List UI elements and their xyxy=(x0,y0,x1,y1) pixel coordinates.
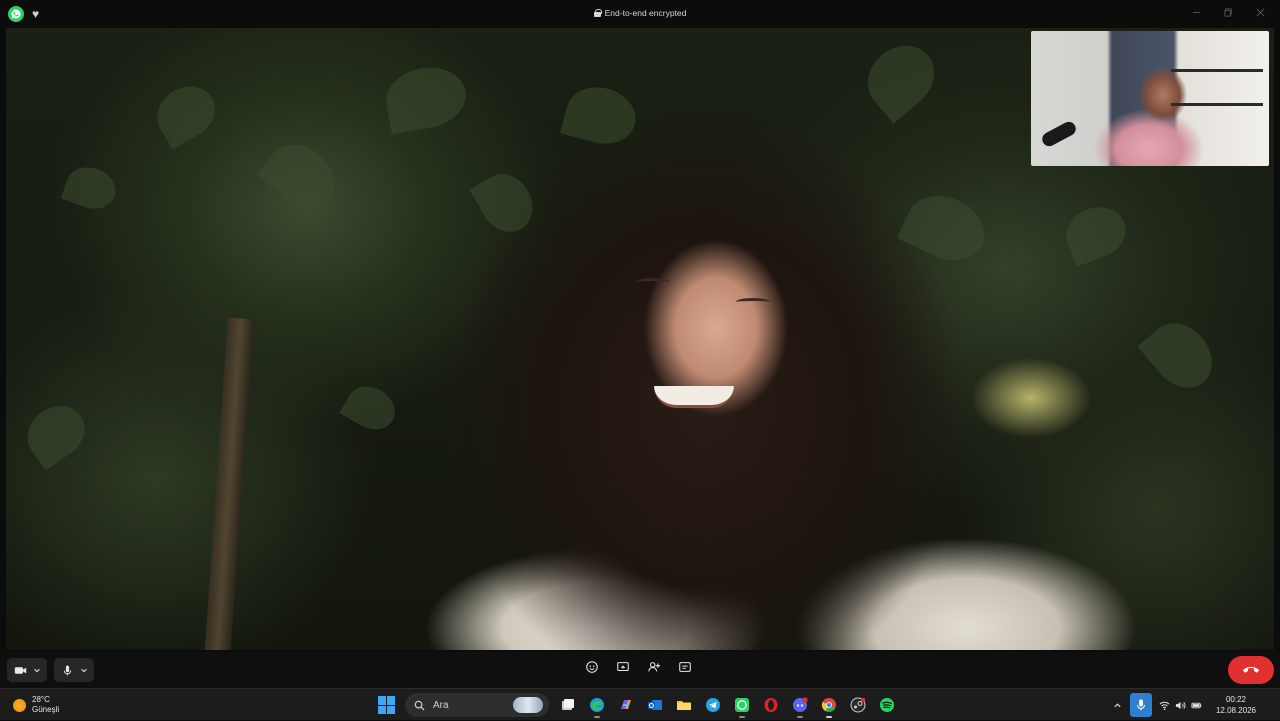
self-view-video[interactable] xyxy=(1031,31,1269,166)
screen-share-icon[interactable] xyxy=(616,660,630,674)
system-tray: 00:22 12.08.2026 xyxy=(1108,689,1280,721)
system-clock[interactable]: 00:22 12.08.2026 xyxy=(1208,694,1264,716)
end-call-button[interactable] xyxy=(1228,656,1274,684)
weather-temperature: 28°C xyxy=(32,695,50,704)
wifi-icon[interactable] xyxy=(1157,698,1171,712)
taskbar-search[interactable]: Ara xyxy=(405,693,549,717)
outlook-icon[interactable] xyxy=(645,695,665,715)
window-controls xyxy=(1180,4,1276,20)
restore-icon xyxy=(1223,7,1232,17)
chevron-up-icon[interactable] xyxy=(1108,701,1126,710)
steam-icon[interactable] xyxy=(848,695,868,715)
windows-taskbar: 28°C Güneşli Ara 00:22 12.08.2026 xyxy=(0,688,1280,720)
task-view-icon[interactable] xyxy=(558,695,578,715)
chevron-down-icon[interactable] xyxy=(80,666,88,674)
chrome-icon[interactable] xyxy=(819,695,839,718)
weather-widget[interactable]: 28°C Güneşli xyxy=(13,695,59,715)
center-call-controls xyxy=(585,660,692,674)
edge-icon[interactable] xyxy=(587,695,607,718)
discord-icon[interactable] xyxy=(790,695,810,718)
microphone-in-use-icon[interactable] xyxy=(1130,693,1152,717)
clock-time: 00:22 xyxy=(1225,695,1247,704)
search-icon xyxy=(414,700,425,711)
search-placeholder: Ara xyxy=(433,699,449,711)
whatsapp-icon[interactable] xyxy=(732,695,752,718)
more-options-icon[interactable] xyxy=(678,660,692,674)
video-camera-icon[interactable] xyxy=(13,663,27,677)
titlebar: ♥ End-to-end encrypted xyxy=(0,0,1280,28)
windows-start-button[interactable] xyxy=(378,696,396,714)
lock-icon xyxy=(593,9,602,17)
opera-icon[interactable] xyxy=(761,695,781,715)
eye xyxy=(636,278,670,286)
wooden-pole xyxy=(204,317,254,650)
eye xyxy=(736,298,770,306)
encryption-notice: End-to-end encrypted xyxy=(0,8,1280,18)
add-person-icon[interactable] xyxy=(647,660,661,674)
smile xyxy=(654,386,734,408)
minimize-icon xyxy=(1192,11,1200,13)
microphone-control[interactable] xyxy=(54,658,94,682)
folder-icon[interactable] xyxy=(674,695,694,715)
camera-control[interactable] xyxy=(7,658,47,682)
whatsapp-call-window: ♥ End-to-end encrypted xyxy=(0,0,1280,688)
encryption-label: End-to-end encrypted xyxy=(604,8,687,18)
close-button[interactable] xyxy=(1244,4,1276,20)
volume-icon[interactable] xyxy=(1173,698,1187,712)
microphone-stand xyxy=(1039,119,1079,149)
telegram-icon[interactable] xyxy=(703,695,723,715)
clock-date: 12.08.2026 xyxy=(1215,706,1257,715)
minimize-button[interactable] xyxy=(1180,4,1212,20)
call-controls-bar xyxy=(0,652,1280,688)
chevron-down-icon[interactable] xyxy=(33,666,41,674)
maximize-button[interactable] xyxy=(1212,4,1244,20)
search-highlight-image xyxy=(513,697,543,713)
copilot-icon[interactable] xyxy=(616,695,636,715)
phone-hangup-icon xyxy=(1243,666,1259,673)
microphone-icon[interactable] xyxy=(60,663,74,677)
taskbar-apps: Ara xyxy=(378,693,897,718)
emoji-icon[interactable] xyxy=(585,660,599,674)
sun-icon xyxy=(13,698,26,712)
battery-icon[interactable] xyxy=(1189,698,1203,712)
close-icon xyxy=(1256,8,1264,16)
spotify-icon[interactable] xyxy=(877,695,897,715)
weather-location: Güneşli xyxy=(32,705,60,714)
